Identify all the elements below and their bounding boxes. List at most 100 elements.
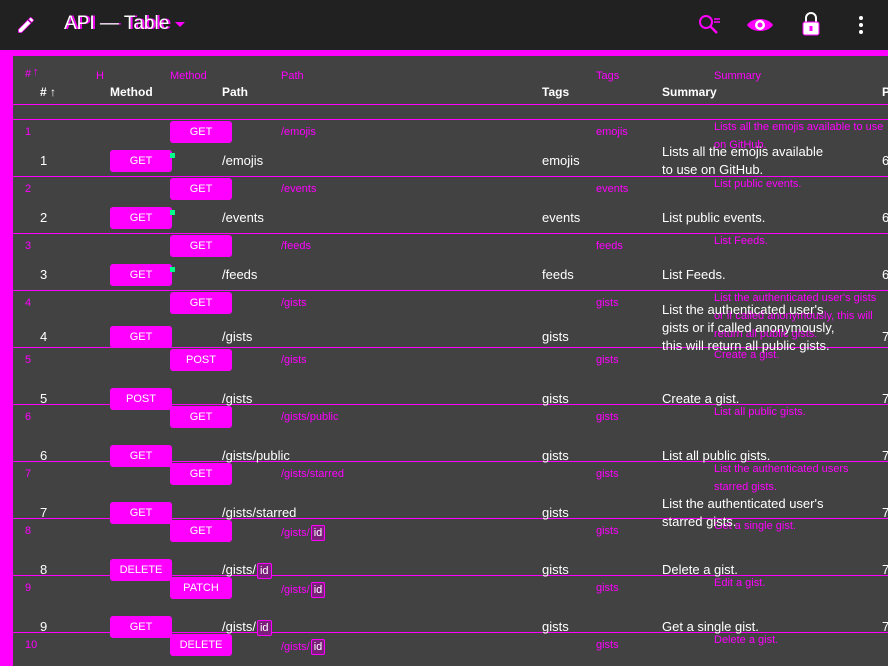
path-text: /emojis <box>222 153 264 168</box>
status-dot <box>170 153 175 158</box>
row-tags: gists <box>542 505 569 520</box>
left-edge-bar <box>0 56 13 666</box>
method-chip[interactable]: POST <box>110 388 172 410</box>
row-summary: List the authenticated user's starred gi… <box>662 496 824 529</box>
edit-icon[interactable] <box>14 13 38 37</box>
path-text: /gists/ <box>222 619 256 634</box>
row-extra: 7 <box>882 619 888 634</box>
header-index-label: # <box>40 85 47 99</box>
ghost-header-path: Path <box>281 70 304 82</box>
row-index: 4 <box>40 329 48 344</box>
ghost-header-method: Method <box>170 70 207 82</box>
header-extra[interactable]: P <box>882 85 888 99</box>
method-chip[interactable]: GET <box>110 264 172 286</box>
row-tags: gists <box>542 391 569 406</box>
lock-icon[interactable] <box>800 11 822 37</box>
row-summary: Get a single gist. <box>662 619 759 634</box>
row-extra: 6 <box>882 153 888 168</box>
sort-arrow-icon: ↑ <box>46 85 57 99</box>
table-row[interactable]: 2 GET/events events List public events. 6 <box>13 189 888 246</box>
method-chip[interactable]: GET <box>110 445 172 467</box>
table-row[interactable]: 7 GET/gists/starred gists List the authenti… <box>13 484 888 541</box>
path-text: /gists <box>222 391 253 406</box>
header-path[interactable]: Path <box>222 85 248 99</box>
table-row[interactable]: 6 GET/gists/public gists List all public gi… <box>13 427 888 484</box>
row-path: /gists/starred <box>222 505 296 520</box>
path-text: /events <box>222 210 264 225</box>
table-row[interactable]: 8 DELETE/gists/id gists Delete a gist. 7 <box>13 541 888 598</box>
path-param-chip[interactable]: id <box>256 563 272 579</box>
status-dot <box>170 210 175 215</box>
header-summary[interactable]: Summary <box>662 85 717 99</box>
row-tags: emojis <box>542 153 580 168</box>
top-toolbar: API — Table <box>0 0 888 56</box>
row-summary: Lists all the emojis available to use on… <box>662 144 824 177</box>
header-method[interactable]: Method <box>110 85 153 99</box>
row-tags: gists <box>542 562 569 577</box>
row-index: 5 <box>40 391 48 406</box>
row-index: 2 <box>40 210 48 225</box>
row-index: 7 <box>40 505 48 520</box>
table-row[interactable]: 9 GET/gists/id gists Get a single gist. 7 <box>13 598 888 655</box>
header-index[interactable]: # ↑ <box>40 85 56 99</box>
row-path: /gists/id <box>222 562 272 579</box>
ghost-header-h: H <box>96 70 104 82</box>
page-title: API — Table <box>64 13 170 34</box>
path-param-chip[interactable]: id <box>256 620 272 636</box>
eye-icon[interactable] <box>746 12 774 38</box>
row-summary: Create a gist. <box>662 391 740 406</box>
method-chip[interactable]: GET <box>110 616 172 638</box>
method-chip[interactable]: GET <box>110 326 172 348</box>
row-path: /emojis <box>222 153 263 168</box>
row-tags: events <box>542 210 581 225</box>
ghost-row-divider <box>13 119 888 120</box>
row-index: 6 <box>40 448 48 463</box>
row-path: /gists/id <box>222 619 272 636</box>
table-row[interactable]: 1 GET/emojis emojis Lists all the emojis av… <box>13 132 888 189</box>
header-tags[interactable]: Tags <box>542 85 569 99</box>
row-extra: 7 <box>882 562 888 577</box>
app-window: API — Table # ↑ H Method Path Tags Summa… <box>0 0 888 666</box>
row-extra: 6 <box>882 210 888 225</box>
ghost-header-summary: Summary <box>714 70 762 82</box>
path-text: /gists <box>222 329 253 344</box>
row-extra: 6 <box>882 267 888 282</box>
row-tags: gists <box>542 448 569 463</box>
row-extra: 7 <box>882 448 888 463</box>
search-icon[interactable] <box>696 12 722 38</box>
table-row[interactable]: 4 GET/gists gists List the authenticated us… <box>13 302 888 370</box>
method-chip[interactable]: GET <box>110 150 172 172</box>
page-title-dropdown[interactable]: API — Table <box>64 12 186 36</box>
path-text: /feeds <box>222 267 258 282</box>
row-index: 9 <box>40 619 48 634</box>
row-tags: gists <box>542 329 569 344</box>
row-tags: feeds <box>542 267 574 282</box>
row-summary: List Feeds. <box>662 267 726 282</box>
path-text: /gists/starred <box>222 505 297 520</box>
table-header-row: # ↑ H Method Path Tags Summary # ↑ Metho… <box>13 56 888 104</box>
row-path: /gists/public <box>222 448 290 463</box>
row-index: 8 <box>40 562 48 577</box>
path-text: /gists/ <box>222 562 256 577</box>
ghost-header-index: # <box>25 68 32 80</box>
method-chip[interactable]: DELETE <box>110 559 172 581</box>
row-tags: gists <box>542 619 569 634</box>
row-extra: 7 <box>882 329 888 344</box>
table-row[interactable]: 3 GET/feeds feeds List Feeds. 6 <box>13 246 888 303</box>
row-summary: Delete a gist. <box>662 562 738 577</box>
table-row[interactable]: 5 POST/gists gists Create a gist. 7 <box>13 370 888 427</box>
row-path: /feeds <box>222 267 257 282</box>
row-path: /gists <box>222 391 252 406</box>
method-chip[interactable]: GET <box>110 502 172 524</box>
header-divider <box>13 104 888 105</box>
row-index: 3 <box>40 267 48 282</box>
method-chip[interactable]: GET <box>110 207 172 229</box>
row-summary: List the authenticated user's gists or i… <box>662 302 835 353</box>
more-vert-icon[interactable] <box>852 13 870 37</box>
ghost-header-tags: Tags <box>596 70 620 82</box>
row-extra: 7 <box>882 391 888 406</box>
path-text: /gists/public <box>222 448 290 463</box>
row-path: /gists <box>222 329 252 344</box>
row-summary: List all public gists. <box>662 448 771 463</box>
status-dot <box>170 267 175 272</box>
